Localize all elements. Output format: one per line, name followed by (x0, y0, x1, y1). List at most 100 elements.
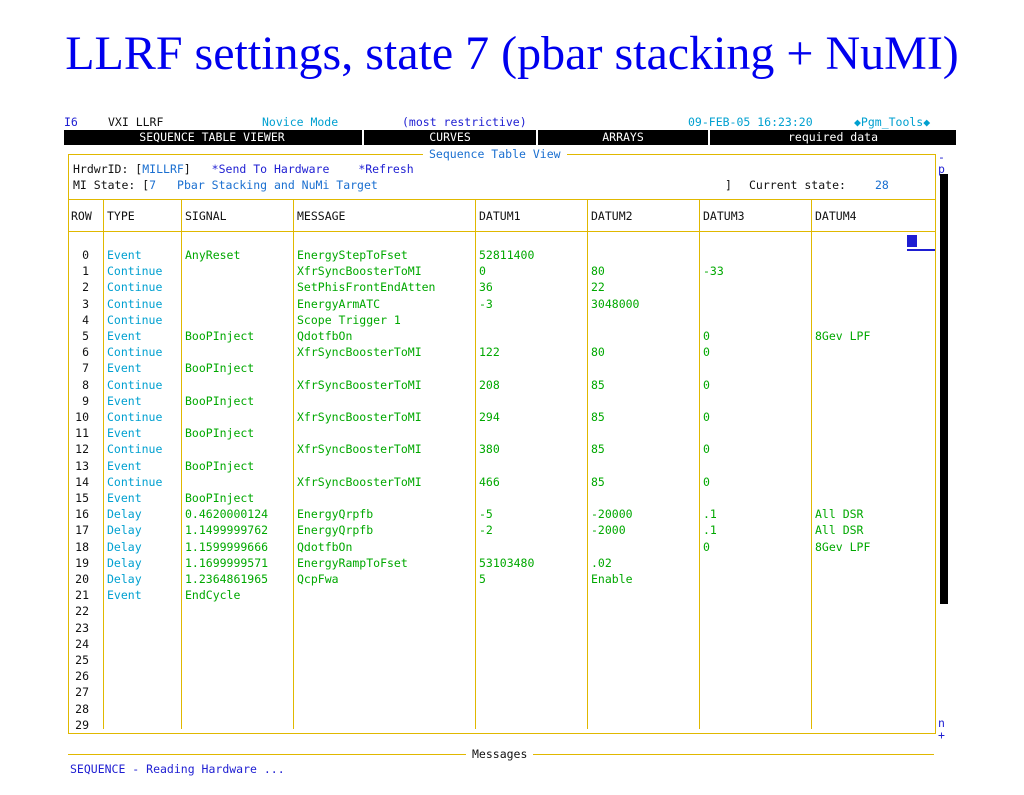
cell-datum3[interactable]: .1 (703, 522, 717, 538)
cell-message[interactable]: XfrSyncBoosterToMI (297, 377, 422, 393)
cell-signal[interactable]: 1.1699999571 (185, 555, 268, 571)
table-row[interactable]: 13 Event BooPInject (69, 458, 935, 474)
cell-message[interactable]: QcpFwa (297, 571, 339, 587)
table-row[interactable]: 25 (69, 652, 935, 668)
cell-datum4[interactable]: 8Gev LPF (815, 539, 870, 555)
menu-required-data[interactable]: required data (710, 130, 956, 145)
cell-type[interactable]: Delay (107, 522, 142, 538)
pgm-tools-menu[interactable]: ◆Pgm_Tools◆ (854, 115, 930, 129)
cell-message[interactable]: XfrSyncBoosterToMI (297, 409, 422, 425)
table-row[interactable]: 29 (69, 717, 935, 733)
cell-message[interactable]: EnergyQrpfb (297, 522, 373, 538)
table-row[interactable]: 12 Continue XfrSyncBoosterToMI 380 85 0 (69, 441, 935, 457)
cell-datum3[interactable]: .1 (703, 506, 717, 522)
cell-message[interactable]: XfrSyncBoosterToMI (297, 344, 422, 360)
cell-datum3[interactable]: 0 (703, 441, 710, 457)
cell-type[interactable]: Continue (107, 296, 162, 312)
table-row[interactable]: 27 (69, 684, 935, 700)
table-row[interactable]: 26 (69, 668, 935, 684)
table-row[interactable]: 21 Event EndCycle (69, 587, 935, 603)
cell-datum1[interactable]: 52811400 (479, 247, 534, 263)
mode-indicator[interactable]: Novice Mode (262, 115, 338, 129)
scroll-down-arrow[interactable]: + (938, 728, 945, 742)
cell-datum2[interactable]: 85 (591, 474, 605, 490)
table-row[interactable]: 16 Delay 0.4620000124 EnergyQrpfb -5 -20000 .1… (69, 506, 935, 522)
cell-datum1[interactable]: 53103480 (479, 555, 534, 571)
cell-datum1[interactable]: 36 (479, 279, 493, 295)
cell-datum1[interactable]: 5 (479, 571, 486, 587)
cell-datum1[interactable]: 294 (479, 409, 500, 425)
cell-type[interactable]: Event (107, 328, 142, 344)
cell-message[interactable]: Scope Trigger 1 (297, 312, 401, 328)
cell-message[interactable]: EnergyRampToFset (297, 555, 408, 571)
table-row[interactable]: 2 Continue SetPhisFrontEndAtten 36 22 (69, 279, 935, 295)
cell-type[interactable]: Delay (107, 506, 142, 522)
cell-message[interactable]: EnergyQrpfb (297, 506, 373, 522)
cell-datum1[interactable]: -2 (479, 522, 493, 538)
table-row[interactable]: 6 Continue XfrSyncBoosterToMI 122 80 0 (69, 344, 935, 360)
scrollbar-thumb[interactable] (940, 174, 948, 604)
cell-datum2[interactable]: -20000 (591, 506, 633, 522)
table-row[interactable]: 22 (69, 603, 935, 619)
cell-datum2[interactable]: 80 (591, 344, 605, 360)
cell-signal[interactable]: BooPInject (185, 425, 254, 441)
menu-curves[interactable]: CURVES (364, 130, 536, 145)
cell-datum3[interactable]: -33 (703, 263, 724, 279)
cell-datum3[interactable]: 0 (703, 344, 710, 360)
cell-type[interactable]: Delay (107, 539, 142, 555)
cell-type[interactable]: Continue (107, 344, 162, 360)
cell-datum2[interactable]: 85 (591, 409, 605, 425)
table-row[interactable]: 28 (69, 701, 935, 717)
cell-type[interactable]: Continue (107, 377, 162, 393)
cell-type[interactable]: Continue (107, 409, 162, 425)
cell-type[interactable]: Event (107, 458, 142, 474)
cell-datum4[interactable]: All DSR (815, 522, 863, 538)
cell-datum1[interactable]: 0 (479, 263, 486, 279)
cell-datum3[interactable]: 0 (703, 539, 710, 555)
table-row[interactable]: 18 Delay 1.1599999666 QdotfbOn 0 8Gev LPF (69, 539, 935, 555)
refresh-button[interactable]: *Refresh (358, 162, 413, 176)
hrdwr-id-field[interactable]: MILLRF (142, 162, 184, 176)
send-to-hardware-button[interactable]: *Send To Hardware (212, 162, 330, 176)
table-row[interactable]: 11 Event BooPInject (69, 425, 935, 441)
cell-datum2[interactable]: Enable (591, 571, 633, 587)
table-row[interactable]: 20 Delay 1.2364861965 QcpFwa 5 Enable (69, 571, 935, 587)
table-row[interactable]: 23 (69, 620, 935, 636)
cell-type[interactable]: Event (107, 587, 142, 603)
cell-message[interactable]: EnergyArmATC (297, 296, 380, 312)
cell-message[interactable]: QdotfbOn (297, 328, 352, 344)
cell-signal[interactable]: BooPInject (185, 393, 254, 409)
cell-message[interactable]: QdotfbOn (297, 539, 352, 555)
cell-type[interactable]: Continue (107, 474, 162, 490)
table-row[interactable]: 0 Event AnyReset EnergyStepToFset 52811400 (69, 247, 935, 263)
cell-type[interactable]: Delay (107, 555, 142, 571)
table-row[interactable]: 7 Event BooPInject (69, 360, 935, 376)
table-row[interactable]: 17 Delay 1.1499999762 EnergyQrpfb -2 -2000 .1 A… (69, 522, 935, 538)
table-row[interactable]: 9 Event BooPInject (69, 393, 935, 409)
cell-type[interactable]: Delay (107, 571, 142, 587)
cell-message[interactable]: XfrSyncBoosterToMI (297, 263, 422, 279)
table-row[interactable]: 24 (69, 636, 935, 652)
table-row[interactable]: 8 Continue XfrSyncBoosterToMI 208 85 0 (69, 377, 935, 393)
cell-datum2[interactable]: 80 (591, 263, 605, 279)
menu-sequence-table-viewer[interactable]: SEQUENCE TABLE VIEWER (64, 130, 360, 145)
vertical-scrollbar[interactable]: - p n + (938, 150, 950, 742)
cell-type[interactable]: Event (107, 490, 142, 506)
console-id[interactable]: I6 (64, 115, 78, 129)
cell-datum3[interactable]: 0 (703, 328, 710, 344)
cell-datum1[interactable]: 380 (479, 441, 500, 457)
table-row[interactable]: 1 Continue XfrSyncBoosterToMI 0 80 -33 (69, 263, 935, 279)
cell-signal[interactable]: BooPInject (185, 490, 254, 506)
cell-signal[interactable]: 1.2364861965 (185, 571, 268, 587)
menu-arrays[interactable]: ARRAYS (538, 130, 708, 145)
cell-datum3[interactable]: 0 (703, 377, 710, 393)
cell-datum2[interactable]: .02 (591, 555, 612, 571)
table-row[interactable]: 4 Continue Scope Trigger 1 (69, 312, 935, 328)
cell-datum4[interactable]: All DSR (815, 506, 863, 522)
cell-datum1[interactable]: 466 (479, 474, 500, 490)
cell-datum1[interactable]: 122 (479, 344, 500, 360)
cell-datum2[interactable]: 85 (591, 441, 605, 457)
cell-datum3[interactable]: 0 (703, 474, 710, 490)
cell-datum4[interactable]: 8Gev LPF (815, 328, 870, 344)
table-row[interactable]: 19 Delay 1.1699999571 EnergyRampToFset 53103… (69, 555, 935, 571)
